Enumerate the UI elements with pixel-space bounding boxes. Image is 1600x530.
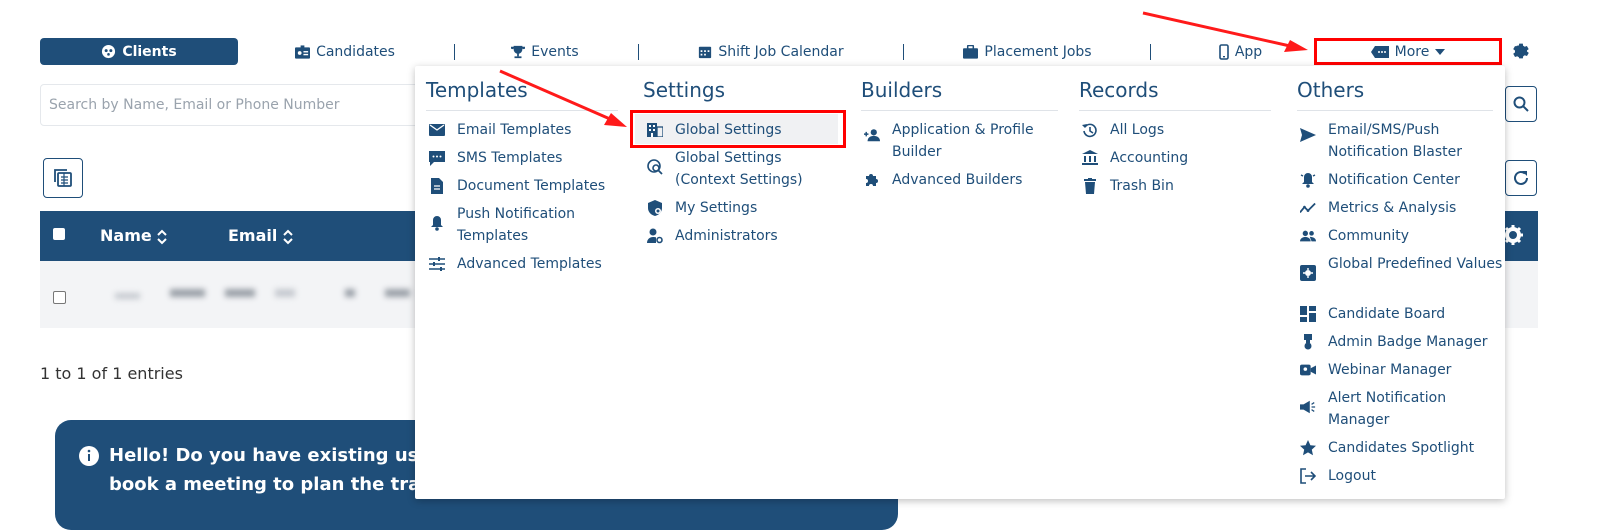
annotation-arrows (499, 11, 1308, 127)
arrow-to-more-button (1142, 11, 1308, 52)
arrow-to-global-settings (499, 69, 627, 127)
